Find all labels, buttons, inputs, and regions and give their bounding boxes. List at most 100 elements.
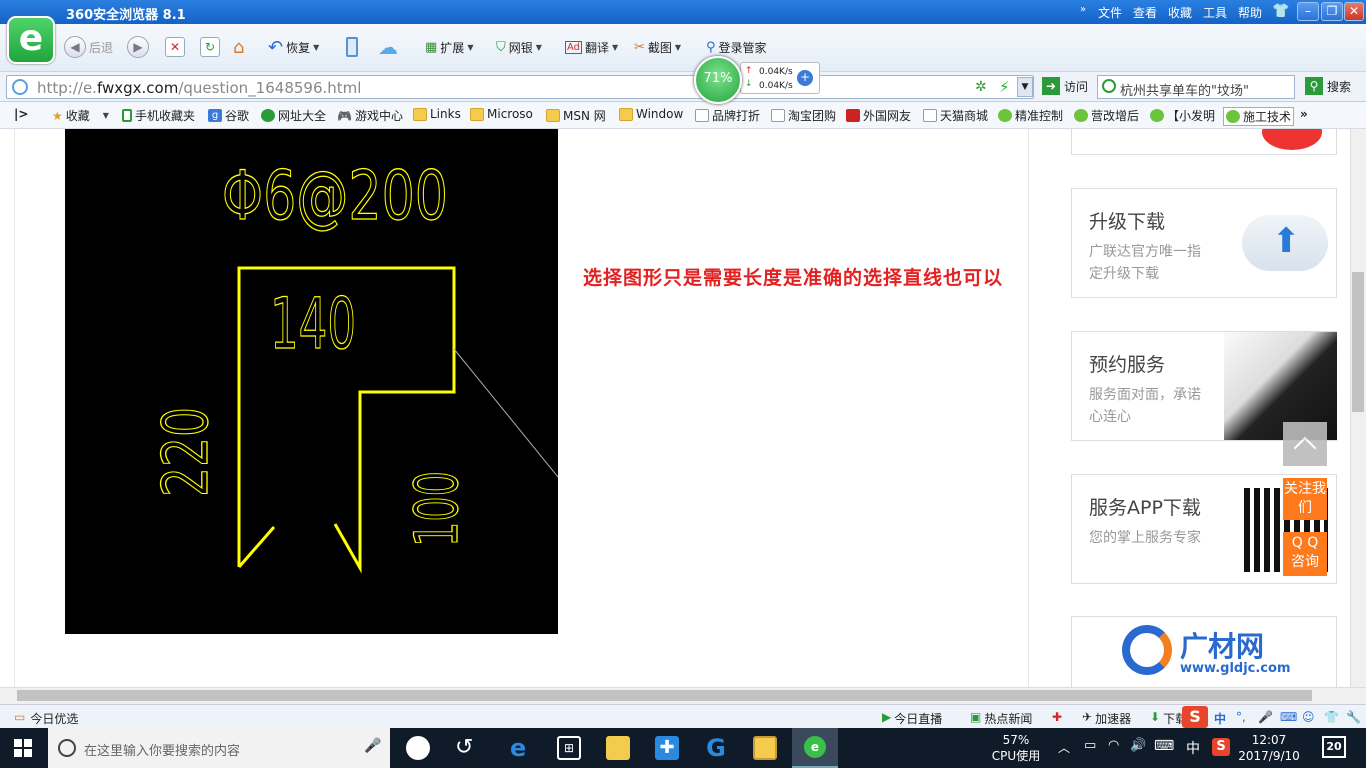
gldjc-logo-card[interactable]: 广材网 www.gldjc.com <box>1071 616 1337 687</box>
bookmark-msn[interactable]: MSN 网 <box>546 107 606 124</box>
restore-button[interactable]: ↶ 恢复 ▼ <box>268 35 319 59</box>
upgrade-download-card[interactable]: 升级下载 广联达官方唯一指定升级下载 ⬆ <box>1071 188 1337 298</box>
edge-browser-icon[interactable]: e <box>510 736 534 760</box>
status-news[interactable]: ▣ 热点新闻 <box>970 710 1032 727</box>
file-explorer-icon[interactable] <box>606 736 630 760</box>
plus-icon[interactable]: + <box>797 70 813 86</box>
bookmark-tmall[interactable]: 天猫商城 <box>923 107 988 124</box>
stop-button[interactable]: ✕ <box>165 35 185 59</box>
home-icon: ⌂ <box>233 36 245 58</box>
bookmark-taobao[interactable]: 淘宝团购 <box>771 107 836 124</box>
qq-consult-button[interactable]: Q Q 咨询 <box>1283 532 1327 576</box>
bookmark-control[interactable]: 精准控制 <box>998 107 1063 124</box>
sogou-ime-icon[interactable]: S <box>1182 706 1208 728</box>
phone-button[interactable] <box>346 35 358 59</box>
search-input[interactable]: 杭州共享单车的"坟场" <box>1097 75 1295 99</box>
forward-button[interactable]: ▶ <box>127 35 149 59</box>
sogou-tray-icon[interactable]: S <box>1212 738 1230 756</box>
sidebar-toggle-icon[interactable]: |> <box>14 107 28 121</box>
folder-icon <box>619 107 633 121</box>
more-bookmarks-icon[interactable]: » <box>1300 107 1308 121</box>
follow-us-button[interactable]: 关注我们 <box>1283 478 1327 520</box>
maximize-button[interactable]: ❐ <box>1321 2 1343 21</box>
wrench-icon[interactable]: 🔧 <box>1346 710 1361 724</box>
extend-button[interactable]: ▦ 扩展 ▼ <box>425 35 473 59</box>
speed-ball[interactable]: 71% <box>694 56 742 104</box>
tencent-app-icon[interactable]: ✚ <box>655 736 679 760</box>
network-icon[interactable]: ▭ <box>1084 738 1096 753</box>
bookmark-links[interactable]: Links <box>413 107 461 121</box>
translate-button[interactable]: Ad 翻译 ▼ <box>565 35 618 59</box>
ime-indicator[interactable]: 中 <box>1186 738 1200 758</box>
shirt-icon[interactable]: 👕 <box>1324 710 1339 724</box>
skin-shirt-icon[interactable]: 👕 <box>1272 3 1289 19</box>
screenshot-button[interactable]: ✂ 截图 ▼ <box>634 35 681 59</box>
search-button[interactable]: ⚲ 搜索 <box>1305 77 1351 95</box>
bookmark-microsoft[interactable]: Microso <box>470 107 533 121</box>
bookmark-windows[interactable]: Window <box>619 107 683 121</box>
bookmark-google[interactable]: g 谷歌 <box>208 107 249 124</box>
vertical-scroll-thumb[interactable] <box>1352 272 1364 412</box>
login-label: 登录管家 <box>718 40 767 55</box>
skin-icon[interactable]: ☺ <box>1302 710 1315 724</box>
keyboard-icon[interactable]: ⌨ <box>1154 738 1174 754</box>
keyboard-icon[interactable]: ⌨ <box>1280 710 1297 724</box>
bookmark-foreign[interactable]: 外国网友 <box>846 107 911 124</box>
volume-icon[interactable]: 🔊 <box>1130 738 1146 753</box>
cpu-usage[interactable]: 57% CPU使用 <box>990 732 1042 764</box>
spiral-app-icon[interactable]: ↺ <box>455 736 479 760</box>
refresh-button[interactable]: ↻ <box>200 35 220 59</box>
wifi-icon[interactable]: ◠ <box>1108 738 1119 753</box>
double-chevron-icon[interactable]: » <box>1080 4 1086 15</box>
status-bar: ▭ 今日优选 ▶ 今日直播 ▣ 热点新闻 ✚ ✈ 加速器 ⬇ 下载 S 中 °, 🎤 ⌨ … <box>0 704 1366 728</box>
bookmark-invention[interactable]: 【小发明 <box>1150 107 1215 124</box>
notification-center-icon[interactable]: 20 <box>1322 736 1346 758</box>
loading-icon[interactable]: ✲ <box>975 79 987 95</box>
taskbar-search[interactable]: 在这里输入你要搜索的内容 🎤 <box>48 728 390 768</box>
bookmark-sites[interactable]: 网址大全 <box>261 107 326 124</box>
home-button[interactable]: ⌂ <box>233 35 244 59</box>
taskbar-search-placeholder: 在这里输入你要搜索的内容 <box>84 744 241 759</box>
notepad-app-icon[interactable] <box>753 736 777 760</box>
partial-card[interactable] <box>1071 129 1337 155</box>
menu-file[interactable]: 文件 <box>1098 4 1122 21</box>
cloud-button[interactable]: ☁ <box>378 35 398 59</box>
today-picks[interactable]: ▭ 今日优选 <box>14 710 78 727</box>
close-window-button[interactable]: ✕ <box>1344 2 1364 21</box>
back-to-top-button[interactable] <box>1283 422 1327 466</box>
punctuation-icon[interactable]: °, <box>1236 710 1246 724</box>
horizontal-scroll-thumb[interactable] <box>17 690 1312 701</box>
bookmark-construction[interactable]: 施工技术 <box>1223 107 1295 126</box>
url-input[interactable]: http://e.fwxgx.com/question_1648596.html… <box>6 75 1034 99</box>
bank-button[interactable]: ⛉ 网银 ▼ <box>496 35 542 59</box>
clock[interactable]: 12:07 2017/9/10 <box>1236 732 1302 764</box>
status-plus-icon[interactable]: ✚ <box>1052 710 1062 724</box>
menu-favorites[interactable]: 收藏 <box>1168 4 1192 21</box>
back-button[interactable]: ◀ 后退 <box>64 35 113 59</box>
windows-start-icon[interactable] <box>14 739 32 757</box>
active-browser-task[interactable]: e <box>792 728 838 768</box>
menu-help[interactable]: 帮助 <box>1238 4 1262 21</box>
visit-button[interactable]: ➜ 访问 <box>1042 77 1088 95</box>
pinwheel-app-icon[interactable] <box>406 736 430 760</box>
browser-logo[interactable]: e <box>7 16 55 64</box>
bookmark-favorites[interactable]: ★ 收藏 ▼ <box>52 107 109 124</box>
microphone-icon[interactable]: 🎤 <box>1258 710 1273 724</box>
microphone-icon[interactable]: 🎤 <box>364 738 381 754</box>
menu-view[interactable]: 查看 <box>1133 4 1157 21</box>
bookmark-mobile[interactable]: 手机收藏夹 <box>122 107 195 124</box>
cloud-icon: ☁ <box>378 35 398 59</box>
ime-mode[interactable]: 中 <box>1214 710 1226 727</box>
g-app-icon[interactable]: G <box>704 736 728 760</box>
url-dropdown-icon[interactable]: ▼ <box>1017 77 1033 97</box>
chevron-up-icon[interactable]: ︿ <box>1058 739 1070 756</box>
bookmark-games[interactable]: 🎮 游戏中心 <box>337 107 403 124</box>
minimize-button[interactable]: – <box>1297 2 1319 21</box>
bookmark-brand[interactable]: 品牌打折 <box>695 107 760 124</box>
lightning-icon[interactable]: ⚡ <box>999 78 1010 96</box>
menu-tools[interactable]: 工具 <box>1203 4 1227 21</box>
store-icon[interactable]: ⊞ <box>557 736 581 760</box>
status-live[interactable]: ▶ 今日直播 <box>882 710 942 727</box>
status-accelerator[interactable]: ✈ 加速器 <box>1082 710 1131 727</box>
bookmark-vat[interactable]: 营改增后 <box>1074 107 1139 124</box>
